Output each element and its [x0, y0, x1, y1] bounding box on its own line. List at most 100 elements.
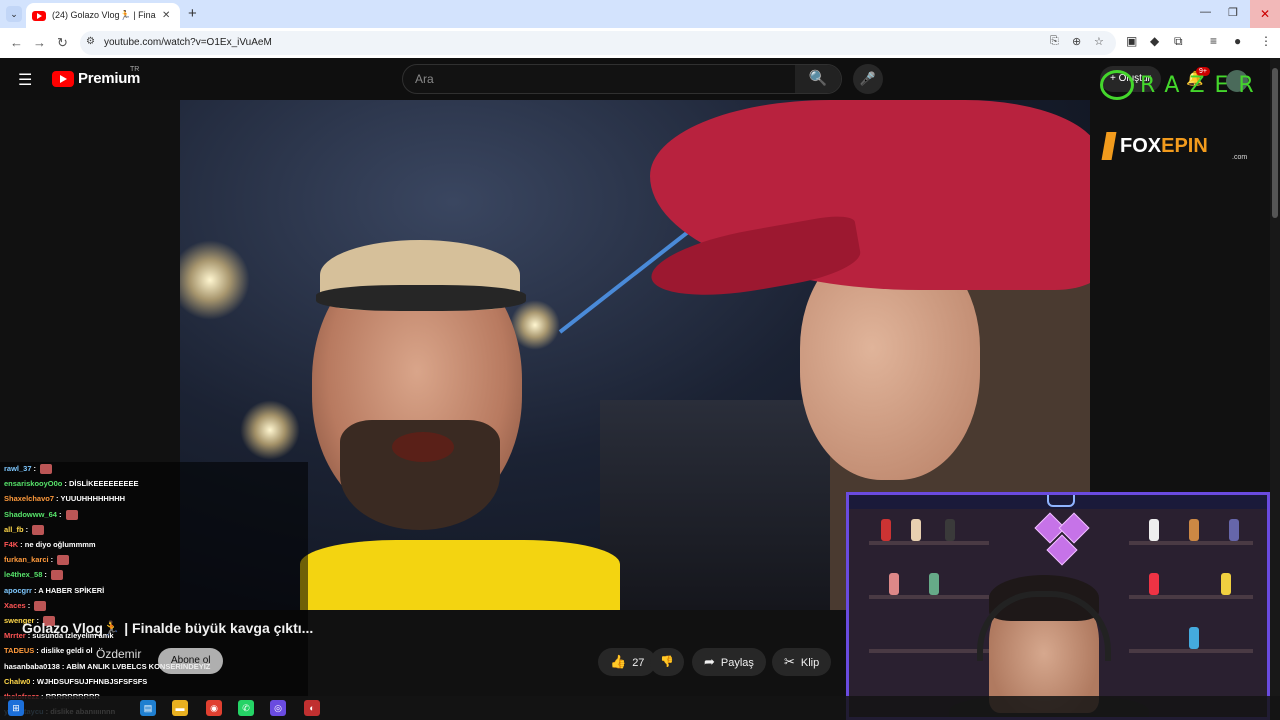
- tab-search-icon[interactable]: ⌄: [6, 6, 22, 22]
- video-player-area[interactable]: RAZER FOXEPIN .com rawl_37: ensariskooyO…: [0, 70, 1270, 720]
- page-scrollbar[interactable]: [1270, 58, 1280, 720]
- chat-emote-icon: [32, 524, 45, 535]
- chat-username: ensariskooyO0o: [4, 479, 63, 489]
- clip-button[interactable]: ✂ Klip: [772, 648, 832, 676]
- country-code: TR: [130, 66, 140, 73]
- chat-message: rawl_37:: [4, 464, 53, 475]
- extension-icon[interactable]: ▣: [1126, 34, 1137, 48]
- foxepin-text: FOXEPIN: [1120, 134, 1208, 157]
- browser-toolbar: ← → ↻ ⚙ youtube.com/watch?v=O1Ex_iVuAeM …: [0, 28, 1280, 58]
- shelf: [869, 541, 989, 545]
- shelf: [869, 649, 989, 653]
- chat-username: Shadowww_64: [4, 509, 57, 519]
- shelf: [1129, 541, 1253, 545]
- back-arrow-icon[interactable]: ←: [10, 35, 23, 50]
- whatsapp-icon[interactable]: ✆: [238, 700, 254, 716]
- stadium-light: [240, 400, 300, 460]
- headband: [316, 285, 526, 311]
- streamer-logo-icon: [1047, 495, 1075, 507]
- chat-message: Xaces:: [4, 600, 47, 611]
- profile-avatar-icon[interactable]: ●: [1234, 34, 1241, 48]
- figurine: [889, 573, 899, 595]
- discord-icon[interactable]: ◎: [270, 700, 286, 716]
- chat-message: furkan_karci:: [4, 555, 70, 566]
- chat-emote-icon: [65, 509, 78, 520]
- shelf: [1129, 649, 1253, 653]
- razer-snake-icon: [1100, 70, 1134, 100]
- zoom-icon[interactable]: ⊕: [1072, 35, 1081, 48]
- app-icon[interactable]: ◐: [304, 700, 320, 716]
- chat-message: F4K: ne diyo oğlummmm: [4, 540, 96, 549]
- menu-icon[interactable]: ☰: [18, 70, 34, 90]
- chat-separator: :: [25, 524, 31, 534]
- like-button[interactable]: 👍 27: [598, 648, 657, 676]
- chat-separator: :: [27, 600, 33, 610]
- search-button[interactable]: 🔍: [795, 65, 841, 93]
- windows-start-icon[interactable]: ⊞: [8, 700, 24, 716]
- chat-separator: :: [44, 570, 49, 580]
- subscribe-button[interactable]: Abone ol: [158, 648, 224, 674]
- minimize-button[interactable]: —: [1200, 6, 1211, 18]
- chat-username: rawl_37: [4, 464, 32, 473]
- youtube-favicon-icon: [32, 10, 46, 21]
- reload-icon[interactable]: ↻: [57, 35, 68, 51]
- site-info-icon[interactable]: ⚙: [86, 36, 95, 47]
- chat-message: Shaxelchavo7: YUUUHHHHHHHH: [4, 494, 125, 503]
- os-taskbar: ⊞ ▤ ▬ ◉ ✆ ◎ ◐: [0, 696, 1280, 720]
- install-app-icon[interactable]: ⎘: [1050, 35, 1059, 48]
- extension-icon-2[interactable]: ◆: [1150, 34, 1159, 48]
- browser-menu-icon[interactable]: ⋮: [1260, 34, 1272, 48]
- chat-text: YUUUHHHHHHHH: [60, 494, 126, 504]
- dislike-button[interactable]: 👎: [650, 648, 684, 676]
- new-tab-button[interactable]: +: [188, 5, 197, 22]
- voice-search-button[interactable]: 🎤: [853, 64, 883, 94]
- address-bar[interactable]: ⚙ youtube.com/watch?v=O1Ex_iVuAeM ⎘ ⊕ ☆: [80, 31, 1116, 55]
- chat-username: le4thex_58: [4, 570, 43, 580]
- figurine: [1189, 627, 1199, 649]
- chat-text: A HABER SPİKERİ: [38, 585, 105, 595]
- chat-username: hasanbaba0138: [4, 661, 60, 671]
- chat-username: TADEUS: [4, 646, 35, 656]
- scrollbar-thumb[interactable]: [1272, 68, 1278, 218]
- youtube-logo[interactable]: Premium: [52, 70, 140, 87]
- reading-list-icon[interactable]: ≡: [1210, 34, 1217, 48]
- chat-text: ne diyo oğlummmm: [24, 540, 96, 549]
- chat-username: all_fb: [4, 524, 24, 534]
- share-button[interactable]: ➦ Paylaş: [692, 648, 766, 676]
- store-icon[interactable]: ▤: [140, 700, 156, 716]
- figurine: [945, 519, 955, 541]
- figurine: [1229, 519, 1239, 541]
- chat-username: F4K: [4, 540, 19, 549]
- chat-username: furkan_karci: [4, 555, 49, 565]
- stream-chat-overlay: rawl_37: ensariskooyO0o: DİSLİKEEEEEEEEE…: [0, 462, 308, 720]
- clip-icon: ✂: [784, 654, 795, 669]
- chat-username: Chalw0: [4, 676, 31, 686]
- browser-tab-active[interactable]: (24) Golazo Vlog🏃 | Finalde bü ✕: [26, 3, 180, 28]
- search-box[interactable]: Ara 🔍: [402, 64, 842, 94]
- stadium-light: [180, 240, 250, 320]
- share-icon: ➦: [704, 654, 715, 669]
- like-count: 27: [632, 657, 645, 669]
- channel-name[interactable]: Özdemir: [96, 647, 141, 661]
- chat-text: dislike geldi ol: [40, 646, 93, 656]
- bookmark-star-icon[interactable]: ☆: [1094, 35, 1104, 48]
- chat-emote-icon: [34, 600, 47, 611]
- figurine: [1221, 573, 1231, 595]
- window-close-button[interactable]: ✕: [1250, 0, 1280, 28]
- chat-username: apocgrr: [4, 585, 32, 595]
- chat-separator: :: [33, 464, 39, 473]
- restore-button[interactable]: ❐: [1228, 6, 1238, 19]
- search-input[interactable]: Ara: [415, 72, 434, 86]
- shelf: [869, 595, 989, 599]
- chat-message: Shadowww_64:: [4, 510, 78, 520]
- folder-icon[interactable]: ▬: [172, 700, 188, 716]
- tab-close-icon[interactable]: ✕: [162, 10, 170, 21]
- figurine: [911, 519, 921, 541]
- extensions-puzzle-icon[interactable]: ⧉: [1174, 34, 1183, 49]
- chrome-icon[interactable]: ◉: [206, 700, 222, 716]
- youtube-play-icon: [52, 70, 74, 87]
- url-text[interactable]: youtube.com/watch?v=O1Ex_iVuAeM: [104, 37, 272, 48]
- forward-arrow-icon[interactable]: →: [33, 35, 46, 50]
- chat-message: all_fb:: [4, 524, 45, 535]
- streamer-webcam: [846, 492, 1270, 720]
